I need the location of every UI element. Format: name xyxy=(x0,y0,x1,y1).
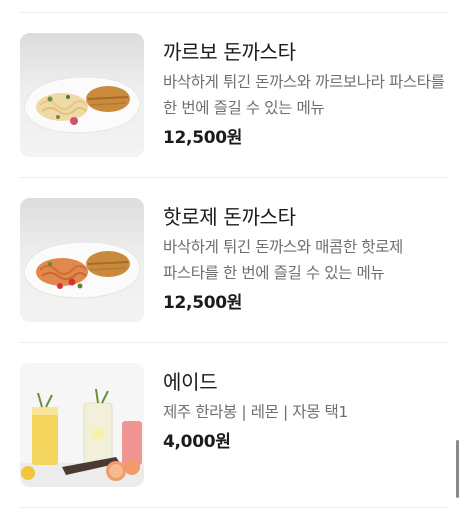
menu-item-price: 4,000원 xyxy=(163,432,231,452)
menu-item-carbonara-tonkatsu[interactable]: 까르보 돈까스타 바삭하게 튀긴 돈까스와 까르보나라 파스타를 한 번에 즐길… xyxy=(20,13,448,178)
menu-item-name: 에이드 xyxy=(163,370,218,394)
menu-item-description: 제주 한라봉 | 레몬 | 자몽 택1 xyxy=(163,403,348,421)
menu-item-name: 핫로제 돈까스타 xyxy=(163,205,296,229)
menu-item-price: 12,500원 xyxy=(163,128,243,148)
menu-item-description: 바삭하게 튀긴 돈까스와 매콤한 핫로제 파스타를 한 번에 즐길 수 있는 메… xyxy=(163,238,403,282)
menu-item-hot-rose-tonkatsu[interactable]: 핫로제 돈까스타 바삭하게 튀긴 돈까스와 매콤한 핫로제 파스타를 한 번에 … xyxy=(20,178,448,343)
menu-item-description: 바삭하게 튀긴 돈까스와 까르보나라 파스타를 한 번에 즐길 수 있는 메뉴 xyxy=(163,73,445,117)
scrollbar[interactable] xyxy=(456,440,459,498)
carbonara-tonkatsu-photo xyxy=(20,33,144,157)
menu-item-price: 12,500원 xyxy=(163,293,243,313)
ade-drinks-photo xyxy=(20,363,144,487)
menu-item-name: 까르보 돈까스타 xyxy=(163,40,296,64)
hot-rose-tonkatsu-photo xyxy=(20,198,144,322)
menu-list: 까르보 돈까스타 바삭하게 튀긴 돈까스와 까르보나라 파스타를 한 번에 즐길… xyxy=(0,13,466,508)
menu-item-ade[interactable]: 에이드 제주 한라봉 | 레몬 | 자몽 택1 4,000원 xyxy=(20,343,448,508)
